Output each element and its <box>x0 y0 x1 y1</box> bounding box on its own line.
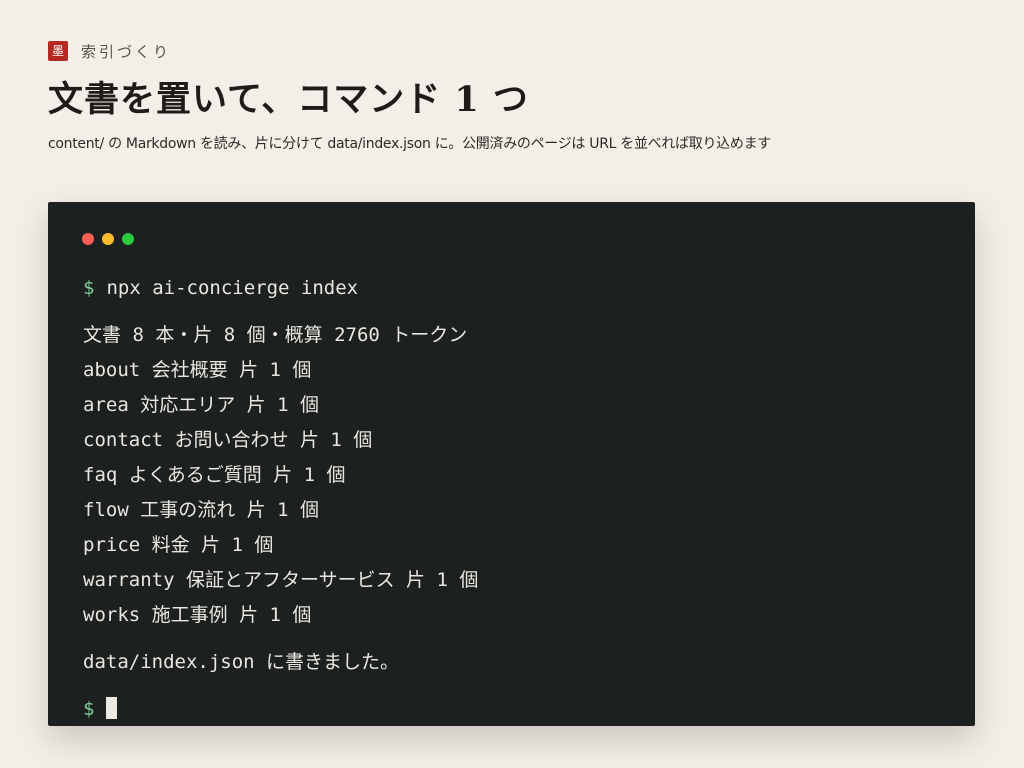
command-line: $ npx ai-concierge index <box>83 271 945 306</box>
window-controls <box>82 233 142 245</box>
summary-line: 文書 8 本・片 8 個・概算 2760 トークン <box>83 324 468 346</box>
zoom-dot-icon[interactable] <box>122 233 134 245</box>
section-eyebrow: 墨 索引づくり <box>48 40 984 62</box>
page-title: 文書を置いて、コマンド 1 つ <box>48 79 529 120</box>
document-line: faq よくあるご質問 片 1 個 <box>83 464 346 486</box>
document-line: price 料金 片 1 個 <box>83 534 274 556</box>
document-line: area 対応エリア 片 1 個 <box>83 394 319 416</box>
document-line: flow 工事の流れ 片 1 個 <box>83 499 319 521</box>
result-line: data/index.json に書きました。 <box>83 651 400 673</box>
prompt-symbol: $ <box>83 277 95 299</box>
terminal-window: $ npx ai-concierge index 文書 8 本・片 8 個・概算 … <box>48 202 975 726</box>
command-text: npx ai-concierge index <box>106 277 359 299</box>
input-line[interactable]: $ <box>83 692 945 727</box>
document-line: contact お問い合わせ 片 1 個 <box>83 429 373 451</box>
lead-text: content/ の Markdown を読み、片に分けて data/index… <box>48 136 771 152</box>
document-line: works 施工事例 片 1 個 <box>83 604 312 626</box>
section-label: 索引づくり <box>81 42 172 61</box>
close-dot-icon[interactable] <box>82 233 94 245</box>
slide-header: 墨 索引づくり 文書を置いて、コマンド 1 つ content/ の Markd… <box>48 40 984 154</box>
minimize-dot-icon[interactable] <box>102 233 114 245</box>
document-line: warranty 保証とアフターサービス 片 1 個 <box>83 569 479 591</box>
document-line: about 会社概要 片 1 個 <box>83 359 312 381</box>
prompt-symbol: $ <box>83 698 95 720</box>
cursor-block <box>106 697 118 719</box>
terminal-output: $ npx ai-concierge index 文書 8 本・片 8 個・概算 … <box>83 271 945 727</box>
ink-seal-icon: 墨 <box>48 41 68 61</box>
